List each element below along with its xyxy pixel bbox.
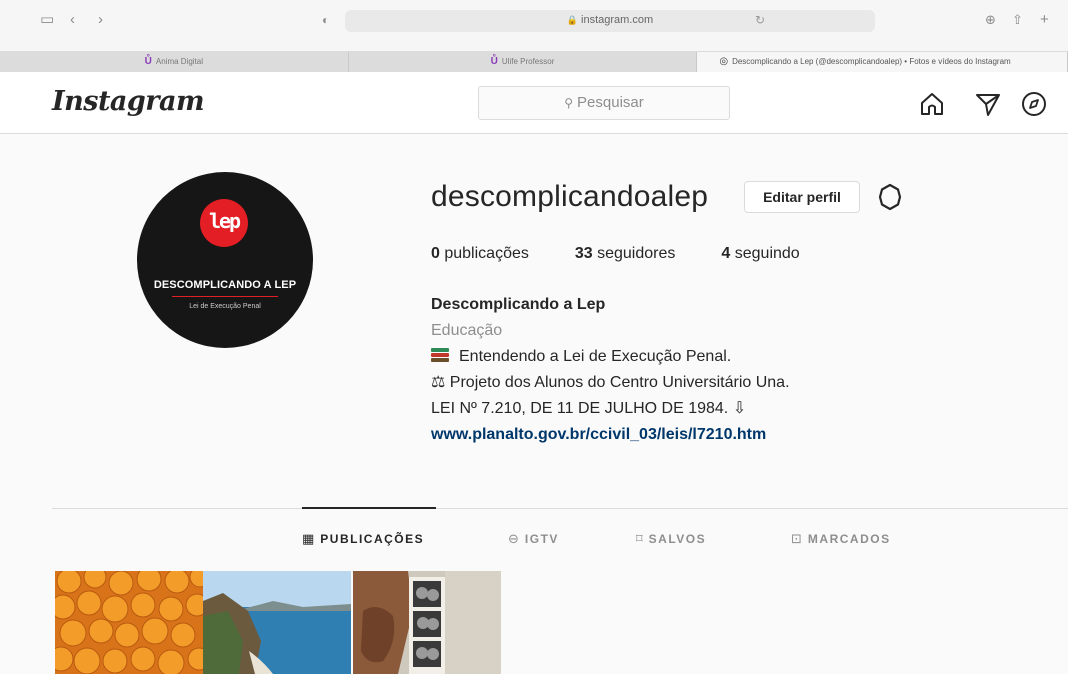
tab-marcados[interactable]: ⊡ MARCADOS	[791, 531, 891, 547]
avatar-title: DESCOMPLICANDO A LEP	[153, 279, 297, 291]
search-input[interactable]: ⚲ Pesquisar	[478, 86, 730, 120]
stat-followers[interactable]: 33 seguidores	[575, 245, 676, 263]
new-tab-icon[interactable]: +	[1040, 10, 1049, 30]
reload-icon[interactable]: ↻	[755, 13, 765, 27]
profile-category: Educação	[431, 322, 503, 339]
profile-full-name: Descomplicando a Lep	[431, 296, 606, 313]
photobooth-image	[353, 571, 501, 674]
bio-line: ⚖ Projeto dos Alunos do Centro Universit…	[431, 374, 790, 391]
tab-igtv[interactable]: ⊖ IGTV	[508, 531, 559, 547]
tagged-icon: ⊡	[791, 531, 802, 546]
post-thumbnail-photobooth[interactable]	[353, 571, 501, 674]
oranges-image	[55, 571, 203, 674]
stat-following[interactable]: 4 seguindo	[721, 245, 799, 263]
search-icon: ⚲	[564, 96, 574, 110]
tab-salvos[interactable]: ⌑ SALVOS	[636, 531, 706, 547]
avatar-divider	[172, 296, 278, 297]
address-bar[interactable]: 🔒 instagram.com ↻	[345, 10, 875, 32]
post-thumbnail-oranges[interactable]	[55, 571, 203, 674]
u-logo-icon: Ů	[490, 56, 498, 67]
browser-toolbar: ▭ ‹ › ◐ 🔒 instagram.com ↻ ⊕ ⇧ +	[0, 0, 1068, 52]
tab-publicacoes[interactable]: ▦ PUBLICAÇÕES	[302, 531, 424, 547]
section-divider	[52, 508, 1068, 509]
avatar-badge: lep	[200, 199, 248, 247]
avatar-subtitle: Lei de Execução Penal	[189, 303, 261, 310]
profile-stats: 0 publicações 33 seguidores 4 seguindo	[431, 245, 846, 263]
download-icon[interactable]: ⊕	[985, 10, 996, 30]
share-icon[interactable]: ⇧	[1012, 10, 1023, 30]
igtv-icon: ⊖	[508, 531, 519, 546]
post-thumbnail-coast[interactable]	[203, 571, 351, 674]
edit-profile-button[interactable]: Editar perfil	[744, 181, 860, 213]
browser-tab-instagram[interactable]: ◎ Descomplicando a Lep (@descomplicandoal…	[697, 52, 1068, 72]
instagram-icon: ◎	[719, 56, 729, 67]
browser-tab-ulife[interactable]: Ů Ulife Professor	[349, 52, 698, 72]
profile-bio: Descomplicando a Lep Educação Entendendo…	[431, 292, 790, 448]
coast-image	[203, 571, 351, 674]
url-text: instagram.com	[581, 14, 654, 26]
books-icon	[431, 348, 449, 362]
browser-tab-bar: Ů Anima Digital Ů Ulife Professor ◎ Descomp…	[0, 52, 1068, 72]
explore-icon[interactable]	[1020, 90, 1048, 118]
instagram-logo[interactable]: Instagram	[52, 86, 205, 117]
profile-username: descomplicandoalep	[431, 180, 709, 213]
sidebar-icon[interactable]: ▭	[40, 10, 54, 30]
privacy-shield-icon[interactable]: ◐	[322, 10, 329, 30]
profile-website-link[interactable]: www.planalto.gov.br/ccivil_03/leis/l7210…	[431, 422, 790, 448]
bio-line: Entendendo a Lei de Execução Penal.	[431, 344, 790, 370]
bookmark-icon: ⌑	[636, 531, 643, 546]
home-icon[interactable]	[918, 90, 946, 118]
instagram-header: Instagram ⚲ Pesquisar	[0, 72, 1068, 134]
back-icon[interactable]: ‹	[70, 10, 75, 30]
direct-icon[interactable]	[974, 90, 1002, 118]
forward-icon[interactable]: ›	[98, 10, 103, 30]
active-tab-indicator	[302, 507, 436, 509]
settings-gear-icon[interactable]	[876, 183, 904, 211]
bio-line: LEI Nº 7.210, DE 11 DE JULHO DE 1984. ⇩	[431, 400, 747, 417]
lock-icon: 🔒	[566, 15, 579, 25]
avatar-badge-text: lep	[208, 209, 241, 233]
profile-avatar[interactable]: lep DESCOMPLICANDO A LEP Lei de Execução…	[137, 172, 313, 348]
grid-icon: ▦	[302, 531, 315, 546]
u-logo-icon: Ů	[144, 56, 152, 67]
browser-tab-anima[interactable]: Ů Anima Digital	[0, 52, 349, 72]
search-placeholder: Pesquisar	[577, 94, 644, 111]
stat-posts: 0 publicações	[431, 245, 529, 262]
